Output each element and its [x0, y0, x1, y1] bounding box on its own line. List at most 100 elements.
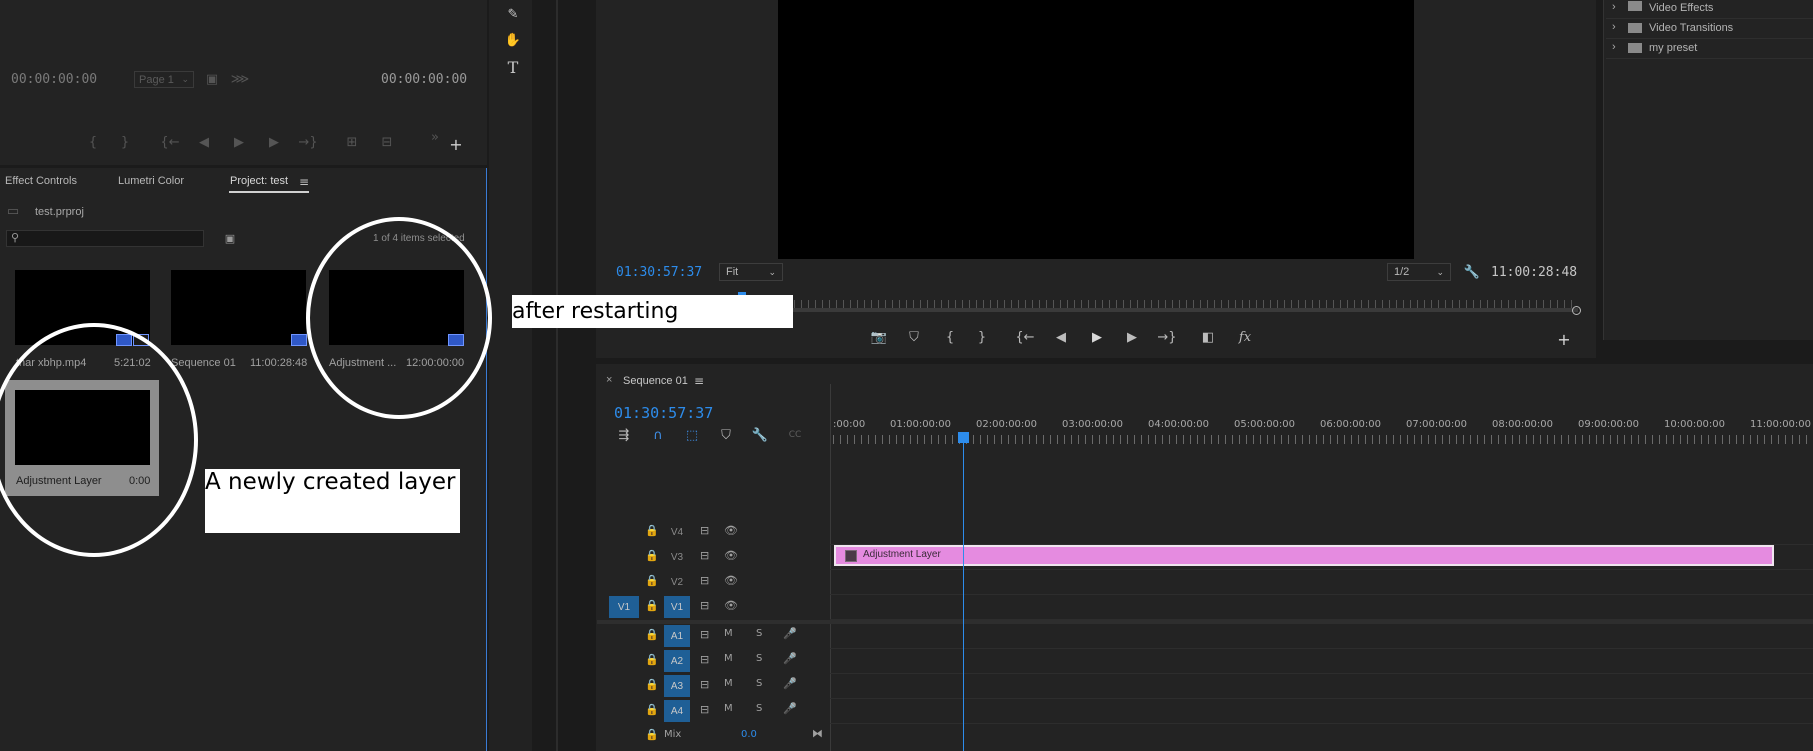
sync-lock-icon[interactable]: ⊟	[700, 524, 709, 537]
mute-button[interactable]: M	[724, 678, 733, 689]
playhead-handle[interactable]	[958, 432, 969, 443]
playhead-line[interactable]	[963, 432, 964, 751]
microphone-icon[interactable]: 🎤	[783, 652, 797, 665]
sequence-tab[interactable]: Sequence 01	[623, 375, 688, 387]
solo-button[interactable]: S	[756, 703, 762, 714]
eye-icon[interactable]: 👁	[724, 599, 738, 612]
sync-lock-icon[interactable]: ⊟	[700, 653, 709, 666]
effects-folder[interactable]: › Video Effects	[1606, 0, 1813, 19]
solo-button[interactable]: S	[756, 628, 762, 639]
mark-out-icon[interactable]: }	[975, 328, 989, 346]
source-patch-v1[interactable]: V1	[609, 596, 639, 618]
add-button-icon[interactable]: +	[448, 135, 464, 154]
track-label[interactable]: A1	[664, 625, 690, 647]
wrench-icon[interactable]: 🔧	[752, 427, 768, 443]
tab-lumetri-color[interactable]: Lumetri Color	[118, 175, 184, 187]
fx-icon[interactable]: fx	[1235, 328, 1255, 346]
sync-lock-icon[interactable]: ⊟	[700, 678, 709, 691]
sync-lock-icon[interactable]: ⊟	[700, 703, 709, 716]
search-field[interactable]	[25, 232, 199, 247]
overwrite-icon[interactable]: ⊟	[377, 134, 397, 150]
go-to-out-icon[interactable]: →}	[1157, 328, 1177, 346]
new-bin-icon[interactable]: ▣	[222, 231, 238, 245]
snap-icon[interactable]: ∩	[650, 427, 666, 443]
close-icon[interactable]: ×	[606, 374, 612, 386]
mute-button[interactable]: M	[724, 628, 733, 639]
eye-icon[interactable]: 👁	[724, 549, 738, 562]
step-forward-icon[interactable]: ▶	[1123, 328, 1141, 346]
hamburger-icon[interactable]: ≡	[297, 175, 311, 189]
program-ruler[interactable]	[738, 300, 1578, 308]
tab-effect-controls[interactable]: Effect Controls	[5, 175, 77, 187]
mark-in-icon[interactable]: {	[85, 134, 101, 150]
solo-button[interactable]: S	[756, 678, 762, 689]
lock-icon[interactable]: 🔒	[645, 703, 659, 716]
insert-clip-icon[interactable]: ▣	[203, 71, 221, 88]
search-input[interactable]: ⚲	[6, 230, 204, 247]
go-to-in-icon[interactable]: {←	[1015, 328, 1035, 346]
hamburger-icon[interactable]: ≡	[692, 374, 706, 388]
microphone-icon[interactable]: 🎤	[783, 702, 797, 715]
collapse-icon[interactable]: ⧓	[812, 727, 823, 740]
step-back-icon[interactable]: ◀	[1052, 328, 1070, 346]
go-to-out-icon[interactable]: →}	[298, 134, 317, 150]
insert-icon[interactable]: ⊞	[342, 134, 362, 150]
lock-icon[interactable]: 🔒	[645, 574, 659, 587]
mix-value[interactable]: 0.0	[741, 729, 757, 740]
sync-lock-icon[interactable]: ⊟	[700, 574, 709, 587]
lock-icon[interactable]: 🔒	[645, 524, 659, 537]
track-label[interactable]: V2	[664, 571, 690, 593]
step-back-icon[interactable]: ◀	[196, 134, 212, 150]
linked-selection-icon[interactable]: ⬚	[684, 427, 700, 443]
lock-icon[interactable]: 🔒	[645, 678, 659, 691]
eye-icon[interactable]: 👁	[724, 524, 738, 537]
timeline-timecode[interactable]: 01:30:57:37	[614, 404, 713, 422]
play-icon[interactable]: ▶	[1088, 328, 1106, 346]
go-to-in-icon[interactable]: {←	[160, 134, 179, 150]
lock-icon[interactable]: 🔒	[645, 728, 659, 741]
lock-icon[interactable]: 🔒	[645, 653, 659, 666]
mute-button[interactable]: M	[724, 653, 733, 664]
hand-tool-icon[interactable]: ✋	[504, 31, 522, 49]
marker-icon[interactable]: ⛉	[905, 328, 923, 346]
adjustment-layer-clip[interactable]: Adjustment Layer	[834, 545, 1774, 566]
track-label[interactable]: A4	[664, 700, 690, 722]
tab-project[interactable]: Project: test	[230, 175, 288, 187]
mute-button[interactable]: M	[724, 703, 733, 714]
microphone-icon[interactable]: 🎤	[783, 677, 797, 690]
effects-folder[interactable]: › Video Transitions	[1606, 20, 1813, 39]
nest-icon[interactable]: ⇶	[616, 427, 632, 443]
track-label[interactable]: A2	[664, 650, 690, 672]
page-select[interactable]: Page 1 ⌄	[134, 71, 194, 88]
sync-lock-icon[interactable]: ⊟	[700, 599, 709, 612]
wrench-icon[interactable]: 🔧	[1463, 263, 1481, 281]
camera-icon[interactable]: 📷	[870, 328, 888, 346]
solo-button[interactable]: S	[756, 653, 762, 664]
add-marker-icon[interactable]: ⛉	[718, 427, 734, 443]
more-icon[interactable]: »	[427, 130, 443, 145]
sync-lock-icon[interactable]: ⊟	[700, 628, 709, 641]
effects-folder[interactable]: › my preset	[1606, 40, 1813, 59]
resolution-select[interactable]: 1/2 ⌄	[1387, 263, 1451, 281]
pen-tool-icon[interactable]: ✎	[504, 5, 522, 23]
program-timecode[interactable]: 01:30:57:37	[616, 265, 702, 280]
track-label[interactable]: A3	[664, 675, 690, 697]
microphone-icon[interactable]: 🎤	[783, 627, 797, 640]
add-button-icon[interactable]: +	[1555, 330, 1573, 349]
timeline-ruler[interactable]	[833, 435, 1813, 444]
zoom-handle[interactable]	[1572, 306, 1581, 315]
sync-lock-icon[interactable]: ⊟	[700, 549, 709, 562]
track-label[interactable]: V1	[664, 596, 690, 618]
lock-icon[interactable]: 🔒	[645, 549, 659, 562]
lock-icon[interactable]: 🔒	[645, 628, 659, 641]
zoom-select[interactable]: Fit ⌄	[719, 263, 783, 281]
track-label[interactable]: V4	[664, 521, 690, 543]
source-timecode-left[interactable]: 00:00:00:00	[11, 72, 97, 87]
type-tool-icon[interactable]: T	[504, 58, 522, 77]
mark-out-icon[interactable]: }	[117, 134, 133, 150]
step-forward-icon[interactable]: ▶	[266, 134, 282, 150]
eye-icon[interactable]: 👁	[724, 574, 738, 587]
lock-icon[interactable]: 🔒	[645, 599, 659, 612]
thumbnail-sequence-01[interactable]	[171, 270, 306, 345]
play-icon[interactable]: ▶	[231, 134, 247, 150]
